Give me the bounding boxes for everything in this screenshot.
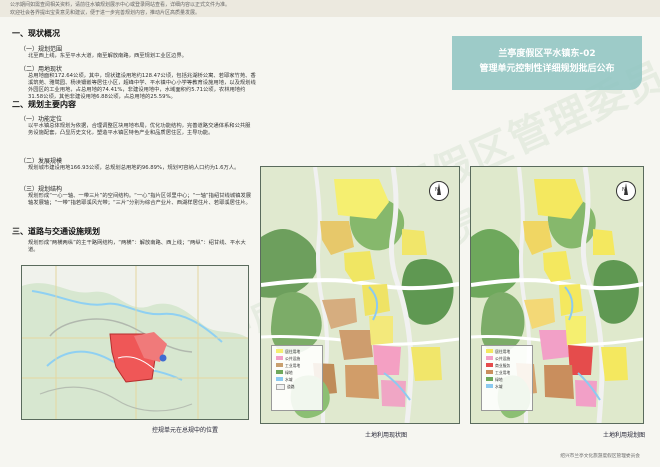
legend-item: 水域 <box>276 377 320 382</box>
inset-map-caption: 控规单元在总规中的位置 <box>151 427 218 434</box>
banner-title-line-2: 管理单元控制性详细规划批后公布 <box>479 64 615 74</box>
legend-item: 居住用地 <box>486 349 530 354</box>
footer-note: 绍兴市兰亭文化旅游度假区管理委员会 <box>560 454 640 459</box>
paragraph-1-1: 北至西上线，东至平水大道，南至解放南路，西至规划工业区边界。 <box>28 53 187 59</box>
paragraph-2-3: 规划形成“一心一轴、一带三片”的空间结构。“一心”指片区邻里中心；“一轴”指绍甘… <box>28 193 252 206</box>
legend-planned: 居住用地 公共设施 商业服务 工业用地 绿地 水域 <box>481 345 533 411</box>
subsection-2-3: （三）规划结构 <box>20 186 63 193</box>
inset-map-drawing <box>22 266 248 419</box>
banner-title-line-1: 兰亭度假区平水镇东-02 <box>498 49 596 59</box>
subsection-2-1: （一）功能定位 <box>20 116 63 123</box>
legend-item: 水域 <box>486 384 530 389</box>
page: 公示期间如需查阅相关资料，请前往水镇规划展示中心或登录网站查看，详细内容以正式文… <box>0 0 660 467</box>
planned-map-caption: 土地利用规划图 <box>602 432 645 439</box>
legend-item: 绿地 <box>276 370 320 375</box>
legend-item: 绿地 <box>486 377 530 382</box>
inset-location-map <box>21 265 249 420</box>
legend-current: 居住用地 公共设施 工业用地 绿地 水域 道路 <box>271 345 323 411</box>
north-arrow-icon: N <box>429 181 449 201</box>
planned-land-use-map: N 居住用地 公共设施 商业服务 工业用地 绿地 水域 <box>470 166 644 424</box>
header-note-1: 公示期间如需查阅相关资料，请前往水镇规划展示中心或登录网站查看，详细内容以正式文… <box>10 2 231 8</box>
legend-item: 道路 <box>276 384 320 390</box>
paragraph-2-1: 以平水镇总体规划为依据，合理调整区块用地布局，优化功能结构，完善道路交通体系和公… <box>28 123 251 136</box>
section-title-1: 一、现状概况 <box>12 29 60 38</box>
left-text-panel: 一、现状概况 （一）规划范围 北至西上线，东至平水大道，南至解放南路，西至规划工… <box>12 20 257 460</box>
subsection-1-2: （二）用地现状 <box>20 66 63 73</box>
legend-item: 工业用地 <box>486 370 530 375</box>
north-arrow-icon: N <box>616 181 636 201</box>
section-title-2: 二、规划主要内容 <box>12 100 76 109</box>
section-title-3: 三、道路与交通设施规划 <box>12 227 100 236</box>
legend-item: 公共设施 <box>486 356 530 361</box>
paragraph-1-2: 总用地面积172.64公顷，其中，现状建设用地约128.47公顷，包括兆湖桥公寓… <box>28 73 256 100</box>
announcement-banner: 兰亭度假区平水镇东-02 管理单元控制性详细规划批后公布 <box>452 36 642 90</box>
header-note-2: 欢迎社会各界提出宝贵意见和建议，便于进一步完善规划内容，推动片区高质量发展。 <box>10 10 201 16</box>
legend-item: 居住用地 <box>276 349 320 354</box>
subsection-2-2: （二）发展规模 <box>20 158 63 165</box>
paragraph-2-2: 规划城市建设用地166.93公顷，总规划总用地的96.89%，规划可容纳人口约为… <box>28 165 240 171</box>
subsection-1-1: （一）规划范围 <box>20 46 63 53</box>
legend-item: 工业用地 <box>276 363 320 368</box>
legend-item: 商业服务 <box>486 363 530 368</box>
paragraph-3-1: 规划形成“两横两纵”的主干路网结构，“两横”：解放南路、西上线；“两纵”：绍甘线… <box>28 240 246 253</box>
current-land-use-map: N 居住用地 公共设施 工业用地 绿地 水域 道路 <box>260 166 460 424</box>
current-map-caption: 土地利用现状图 <box>364 432 407 439</box>
legend-item: 公共设施 <box>276 356 320 361</box>
